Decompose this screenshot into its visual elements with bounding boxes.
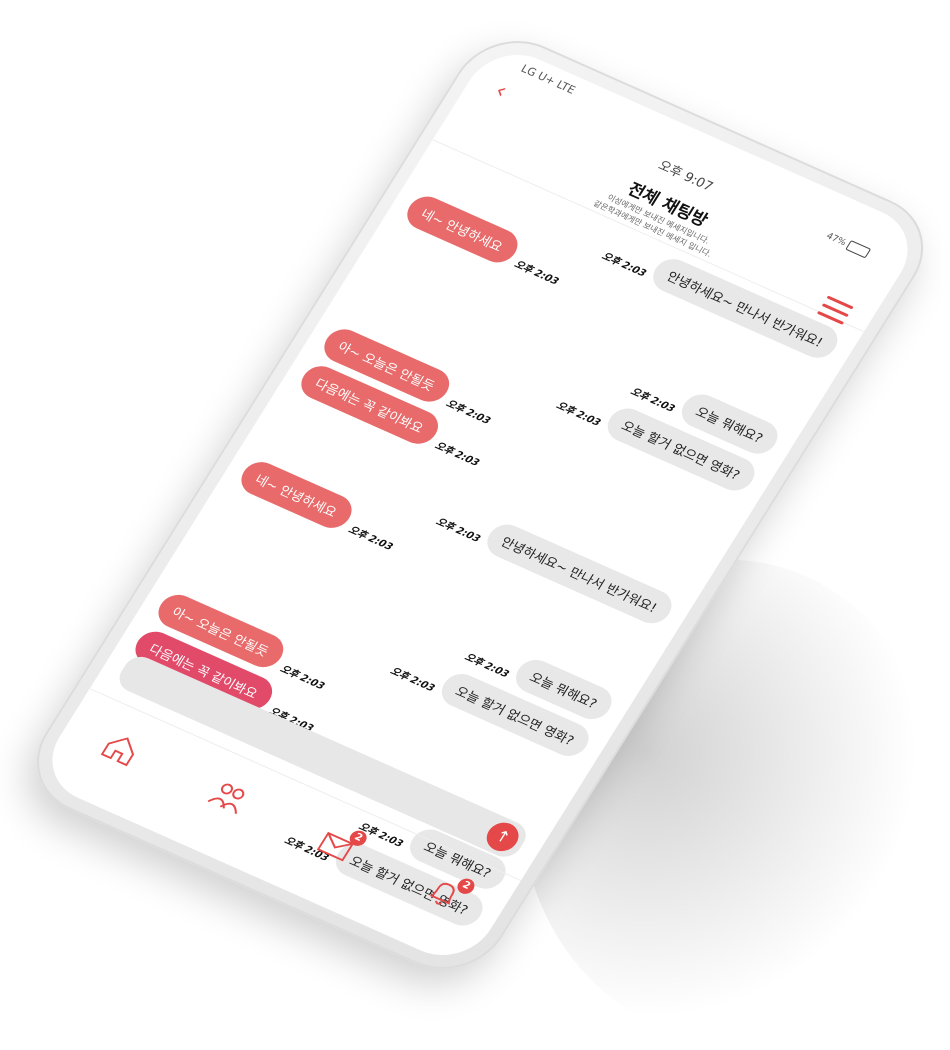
tab-notifications[interactable]: 2 [408,861,480,924]
tab-messages[interactable]: 2 [300,813,372,876]
home-icon [100,737,135,767]
message-timestamp: 오후 2:03 [432,440,482,469]
people-icon [207,783,245,814]
tab-home[interactable] [85,717,157,780]
message-timestamp: 오후 2:03 [346,524,395,554]
tab-friends[interactable] [192,765,264,828]
message-timestamp: 오후 2:03 [511,259,561,288]
send-button[interactable]: ↑ [480,817,525,856]
